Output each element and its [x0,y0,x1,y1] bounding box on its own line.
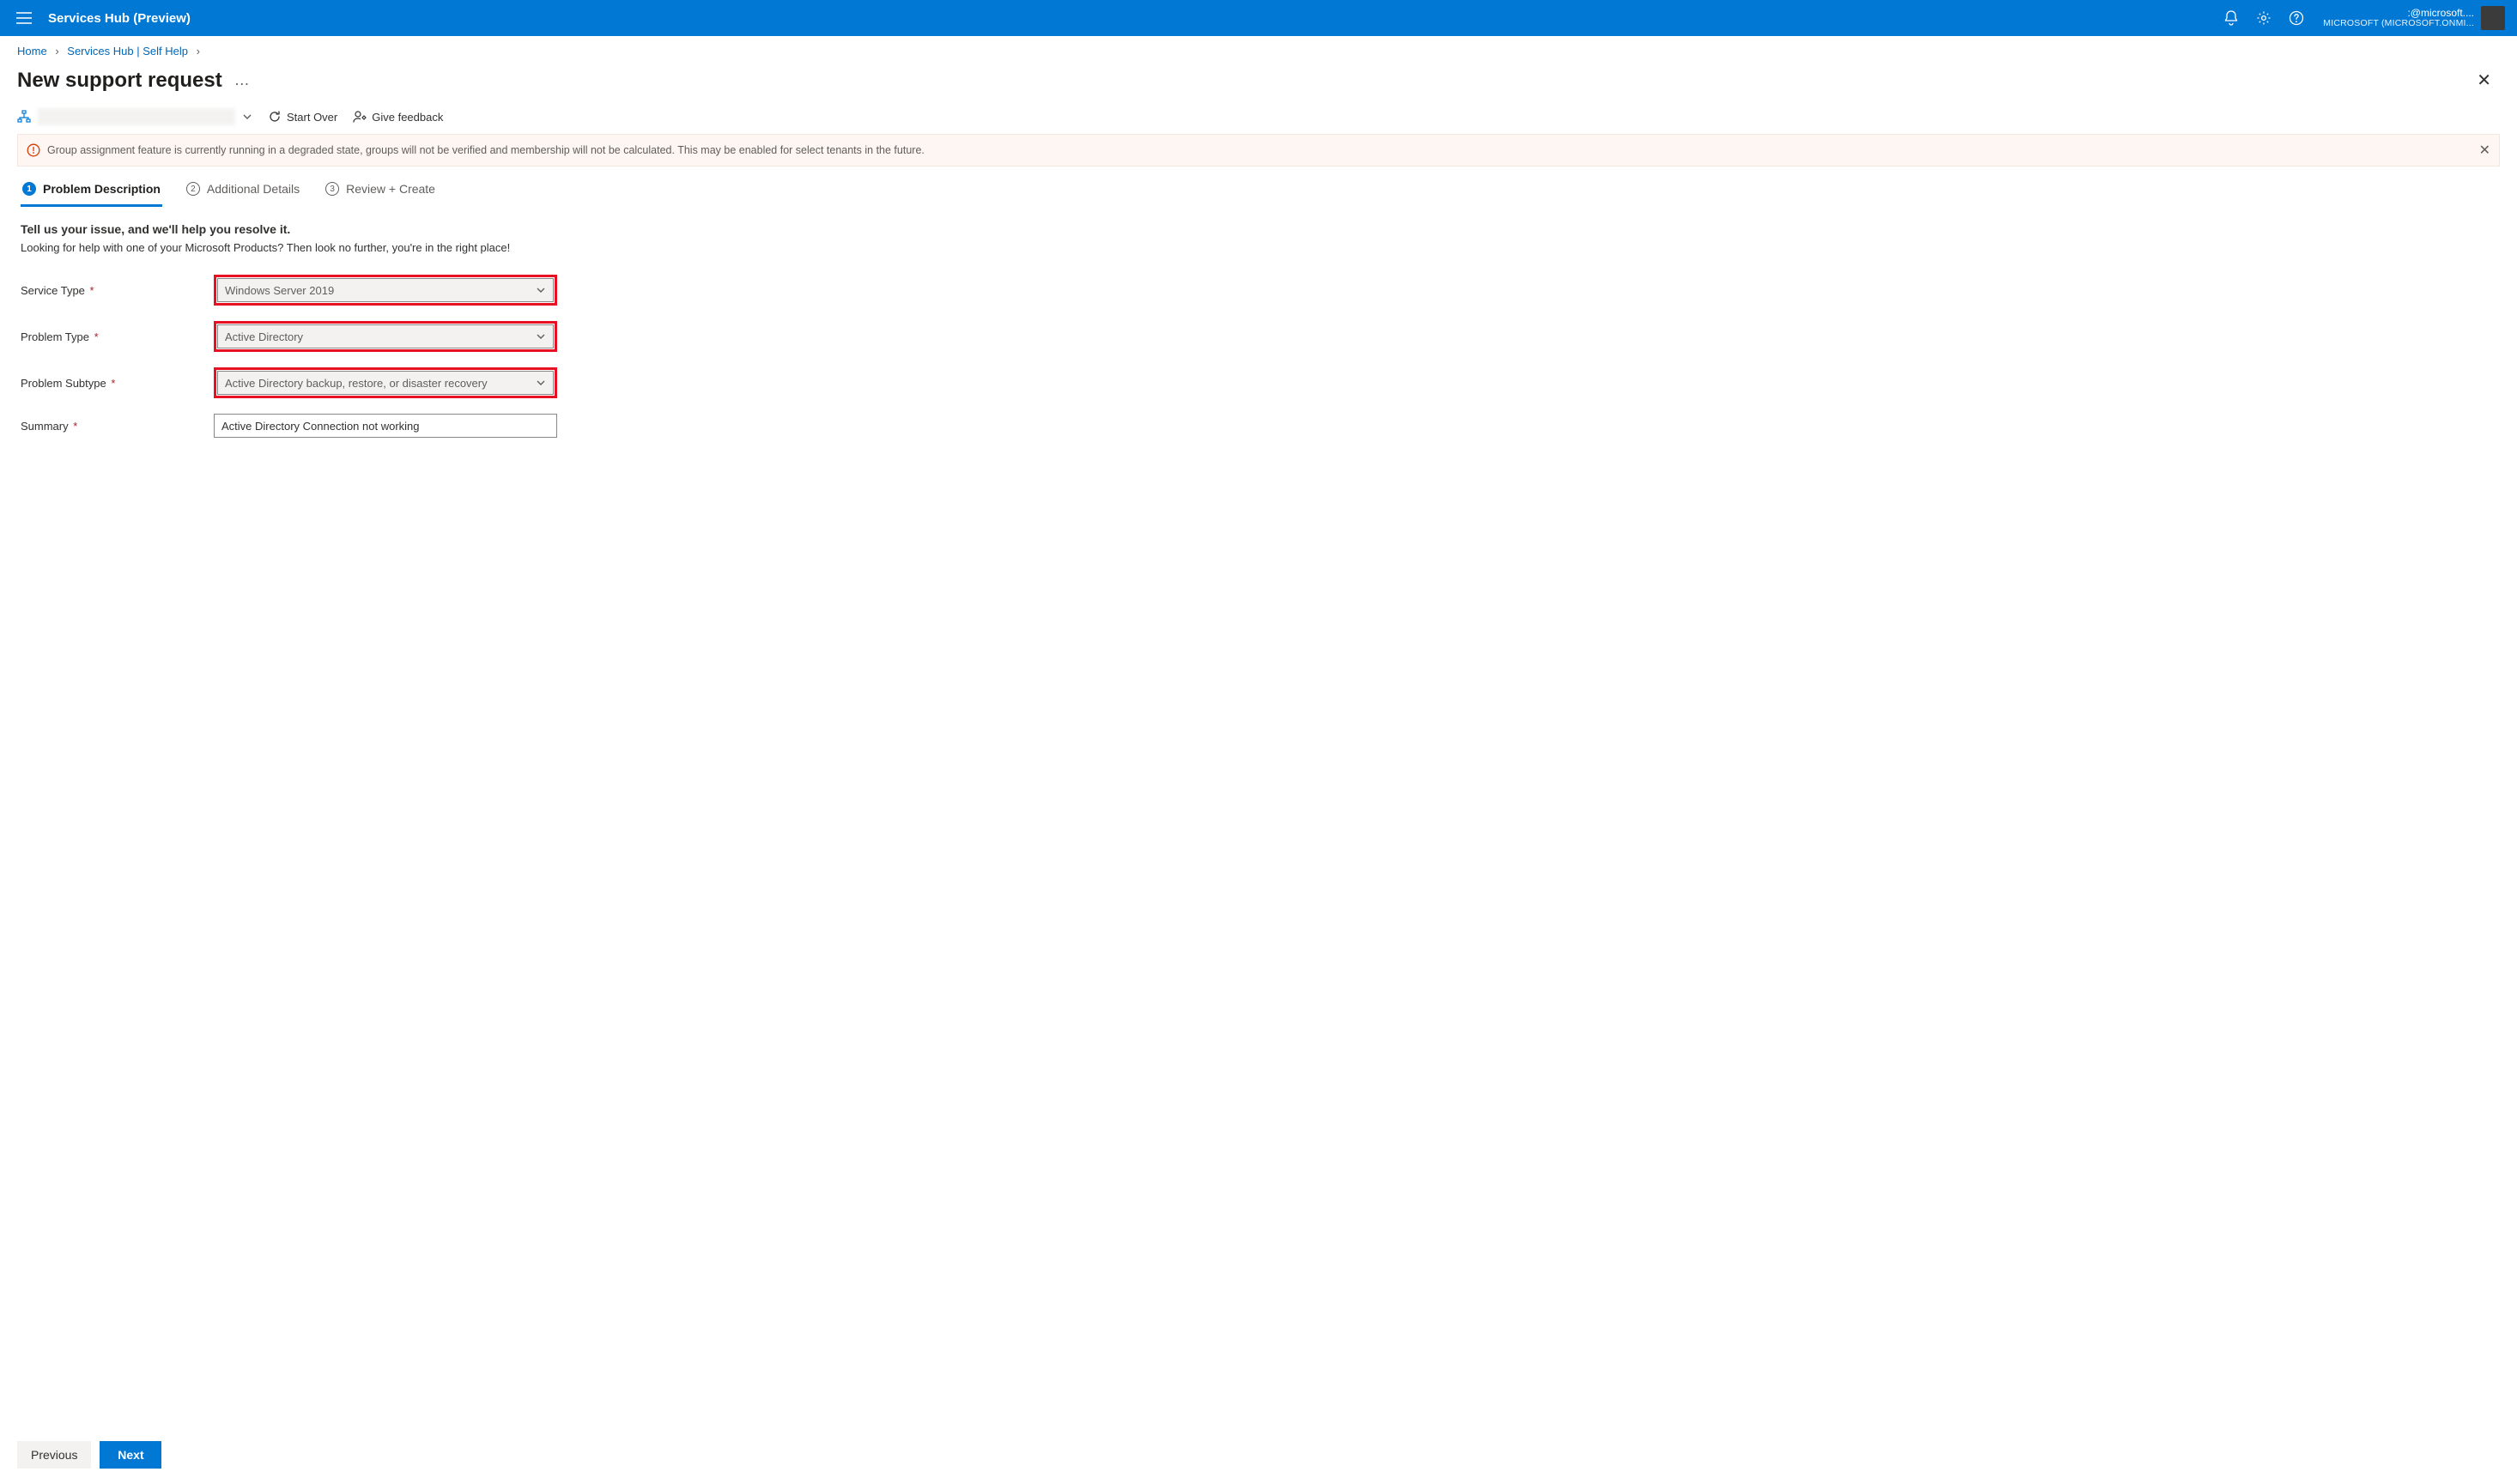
tab-label: Review + Create [346,182,435,196]
row-service-type: Service Type * Windows Server 2019 [21,275,2496,306]
start-over-label: Start Over [287,111,337,124]
chevron-right-icon: › [197,45,200,58]
alert-banner: Group assignment feature is currently ru… [17,134,2500,167]
refresh-icon [268,110,282,124]
account-secondary: MICROSOFT (MICROSOFT.ONMI... [2323,19,2474,29]
hierarchy-icon [17,110,31,124]
required-asterisk: * [91,330,99,343]
start-over-button[interactable]: Start Over [268,110,337,124]
app-title: Services Hub (Preview) [41,11,191,26]
menu-icon[interactable] [7,12,41,24]
chevron-down-icon [536,285,546,295]
select-problem-subtype-value: Active Directory backup, restore, or dis… [225,377,488,390]
breadcrumb-home[interactable]: Home [17,45,47,58]
alert-close-icon[interactable]: ✕ [2479,142,2490,159]
account-area[interactable]: :@microsoft.... MICROSOFT (MICROSOFT.ONM… [2313,6,2510,30]
page-title: New support request [17,69,222,93]
breadcrumb-self-help[interactable]: Services Hub | Self Help [67,45,188,58]
chevron-down-icon [536,378,546,388]
tab-label: Additional Details [207,182,300,196]
label-problem-type: Problem Type [21,330,89,343]
form-area: Tell us your issue, and we'll help you r… [0,207,2517,1433]
tab-label: Problem Description [43,182,161,196]
close-icon[interactable]: ✕ [2468,64,2500,96]
tab-problem-description[interactable]: 1 Problem Description [21,177,162,207]
account-primary: :@microsoft.... [2323,8,2474,19]
notifications-icon[interactable] [2215,0,2247,36]
row-problem-type: Problem Type * Active Directory [21,321,2496,352]
warning-icon [27,143,40,157]
row-summary: Summary * [21,414,2496,438]
tab-additional-details[interactable]: 2 Additional Details [185,177,301,207]
chevron-down-icon [242,112,252,122]
required-asterisk: * [87,284,94,297]
label-service-type: Service Type [21,284,85,297]
page-header: New support request … ✕ [0,61,2517,108]
chevron-right-icon: › [55,45,58,58]
feedback-icon [353,110,367,124]
select-problem-type-value: Active Directory [225,330,303,343]
top-bar: Services Hub (Preview) :@microsoft.... M… [0,0,2517,36]
tabs: 1 Problem Description 2 Additional Detai… [0,177,2517,207]
org-selector[interactable] [17,108,252,125]
org-name-redacted [38,108,235,125]
give-feedback-label: Give feedback [372,111,443,124]
row-problem-subtype: Problem Subtype * Active Directory backu… [21,367,2496,398]
input-summary[interactable] [214,414,557,438]
form-lead: Tell us your issue, and we'll help you r… [21,222,2496,236]
avatar [2481,6,2505,30]
footer-actions: Previous Next [0,1433,2517,1484]
tab-number: 1 [22,182,36,196]
tab-number: 2 [186,182,200,196]
form-sublead: Looking for help with one of your Micros… [21,241,2496,254]
tab-review-create[interactable]: 3 Review + Create [324,177,437,207]
breadcrumb: Home › Services Hub | Self Help › [0,36,2517,61]
previous-button[interactable]: Previous [17,1441,91,1469]
tab-number: 3 [325,182,339,196]
help-icon[interactable] [2280,0,2313,36]
next-button[interactable]: Next [100,1441,161,1469]
select-problem-subtype[interactable]: Active Directory backup, restore, or dis… [217,371,554,395]
select-problem-type[interactable]: Active Directory [217,324,554,348]
settings-icon[interactable] [2247,0,2280,36]
select-service-type-value: Windows Server 2019 [225,284,334,297]
give-feedback-button[interactable]: Give feedback [353,110,443,124]
toolbar: Start Over Give feedback [0,108,2517,134]
label-problem-subtype: Problem Subtype [21,377,106,390]
alert-text: Group assignment feature is currently ru… [47,144,925,156]
select-service-type[interactable]: Windows Server 2019 [217,278,554,302]
required-asterisk: * [70,420,78,433]
more-actions-icon[interactable]: … [234,71,252,89]
required-asterisk: * [108,377,116,390]
label-summary: Summary [21,420,69,433]
chevron-down-icon [536,331,546,342]
